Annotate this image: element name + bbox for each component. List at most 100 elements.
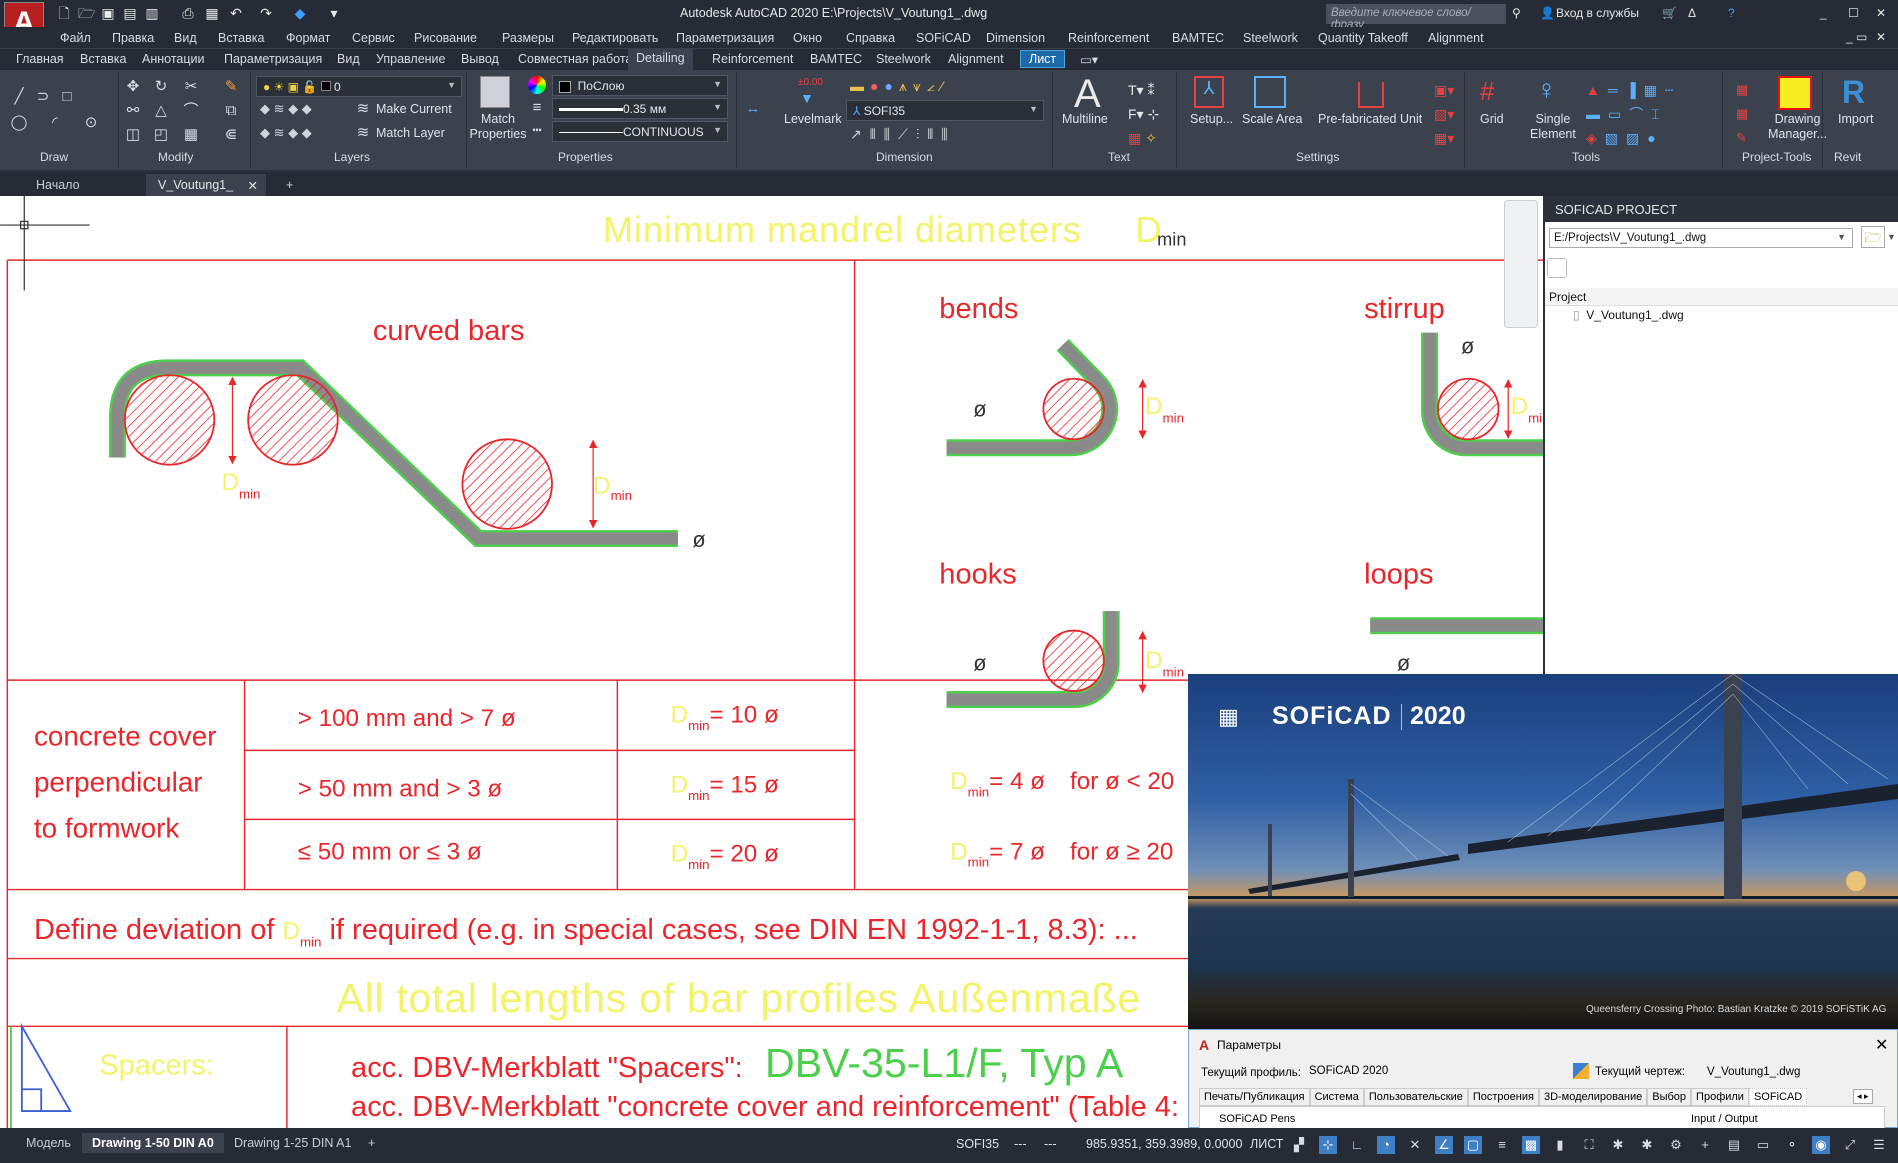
customize-qat-icon[interactable]: ▾ <box>326 5 342 21</box>
panel-label-text[interactable]: Text <box>1108 150 1130 164</box>
customize-icon[interactable]: ☰ <box>1870 1136 1888 1154</box>
tab-параметризация[interactable]: Параметризация <box>224 52 322 66</box>
polar-icon[interactable]: ◔ <box>1377 1136 1395 1154</box>
doc-close-icon[interactable]: ✕ <box>1876 30 1886 44</box>
dialog-tab[interactable]: Система <box>1309 1088 1364 1106</box>
color-wheel-icon[interactable] <box>528 76 546 94</box>
menu-файл[interactable]: Файл <box>60 31 91 45</box>
layer-tools-row2[interactable]: ◆ ≋ ◆ ◆ <box>260 125 312 141</box>
trim-icon[interactable]: ✂ <box>182 78 200 96</box>
ribbon-display-toggle[interactable]: ▭▾ <box>1080 52 1098 67</box>
arc-icon[interactable]: ◜ <box>46 114 64 132</box>
osnap-track-icon[interactable]: ✕ <box>1406 1136 1424 1154</box>
minimize-icon[interactable]: _ <box>1820 6 1827 20</box>
setup-button[interactable]: Setup... <box>1190 112 1233 127</box>
tools-grid[interactable]: ▲═▐▦┄ ▬▭⌒⌶ ◈▧▨● <box>1586 78 1681 150</box>
menu-правка[interactable]: Правка <box>112 31 154 45</box>
offset-icon[interactable]: ⋐ <box>222 126 240 144</box>
open-icon[interactable]: 🗁 <box>78 5 95 21</box>
project-tools-icons[interactable]: ▦ ▦ ✎ <box>1736 78 1748 150</box>
copy-icon[interactable]: ⚯ <box>124 102 142 120</box>
folder-dropdown-icon[interactable]: ▼ <box>1887 226 1897 248</box>
tab-управление[interactable]: Управление <box>376 52 446 66</box>
layout-tab[interactable]: Модель <box>16 1133 81 1153</box>
panel-label-tools[interactable]: Tools <box>1572 150 1600 164</box>
tab-detailing[interactable]: Detailing <box>628 49 693 70</box>
panel-label-dimension[interactable]: Dimension <box>876 150 933 164</box>
menu-quantity-takeoff[interactable]: Quantity Takeoff <box>1318 31 1408 45</box>
menu-справка[interactable]: Справка <box>846 31 895 45</box>
undo-icon[interactable]: ↶ <box>228 5 244 21</box>
isodraft-icon[interactable]: ∠ <box>1435 1136 1453 1154</box>
panel-label-layers[interactable]: Layers <box>334 150 370 164</box>
close-tab-icon[interactable]: ✕ <box>248 178 258 193</box>
publish-icon[interactable]: ▥ <box>144 5 160 21</box>
doc-minimize-icon[interactable]: _ ▭ <box>1846 30 1867 44</box>
menu-reinforcement[interactable]: Reinforcement <box>1068 31 1149 45</box>
workspace-icon[interactable]: ◆ <box>292 5 308 21</box>
single-element-button[interactable]: Single Element <box>1530 112 1576 142</box>
erase-icon[interactable]: ✎ <box>222 78 240 96</box>
panel-label-properties[interactable]: Properties <box>558 150 613 164</box>
circle-icon[interactable]: ◯ <box>10 114 28 132</box>
tab-drawing[interactable]: V_Voutung1_ ✕ <box>146 174 266 196</box>
panel-label-settings[interactable]: Settings <box>1296 150 1339 164</box>
tab-вывод[interactable]: Вывод <box>461 52 499 66</box>
new-layout-button[interactable]: + <box>358 1133 385 1153</box>
import-button[interactable]: Import <box>1838 112 1873 127</box>
rectangle-icon[interactable]: □ <box>58 88 76 106</box>
tab-совместная-работа[interactable]: Совместная работа <box>518 52 632 66</box>
ellipse-icon[interactable]: ⊙ <box>82 114 100 132</box>
dialog-tab[interactable]: Построения <box>1467 1088 1539 1106</box>
dialog-close-icon[interactable]: ✕ <box>1875 1035 1888 1055</box>
menu-steelwork[interactable]: Steelwork <box>1243 31 1298 45</box>
tree-item[interactable]: ▯ V_Voutung1_.dwg <box>1573 308 1684 322</box>
lineweight-dropdown[interactable]: 0.35 мм ▼ <box>552 98 728 119</box>
linetype-dropdown[interactable]: CONTINUOUS ▼ <box>552 121 728 142</box>
annotation-visibility-icon[interactable]: ✱ <box>1638 1136 1656 1154</box>
tab-вставка[interactable]: Вставка <box>80 52 126 66</box>
redo-icon[interactable]: ↷ <box>258 5 274 21</box>
signin-button[interactable]: Вход в службы <box>1556 6 1639 20</box>
navigation-bar[interactable] <box>1504 200 1538 328</box>
search-input[interactable]: Введите ключевое слово/фразу <box>1326 4 1506 31</box>
tab-bamtec[interactable]: BAMTEC <box>810 52 862 66</box>
status-dimstyle[interactable]: SOFI35 <box>956 1137 999 1151</box>
transparency-icon[interactable]: ▩ <box>1522 1136 1540 1154</box>
panel-checkbox[interactable] <box>1547 258 1567 278</box>
menu-размеры[interactable]: Размеры <box>502 31 554 45</box>
line-icon[interactable]: ╱ <box>10 88 28 106</box>
print-icon[interactable]: ▦ <box>204 5 220 21</box>
new-tab-button[interactable]: + <box>274 174 305 196</box>
layout-tab[interactable]: Drawing 1-25 DIN A1 <box>224 1133 361 1153</box>
new-icon[interactable]: 🗋 <box>56 5 72 21</box>
prefab-unit-button[interactable]: Pre-fabricated Unit <box>1318 112 1422 127</box>
dialog-tab[interactable]: Выбор <box>1647 1088 1692 1106</box>
menu-сервис[interactable]: Сервис <box>352 31 395 45</box>
text-tools[interactable]: T▾ ⁑ F▾ ⊹ ▦ ✧ <box>1128 78 1159 150</box>
dialog-tab[interactable]: Печать/Публикация <box>1199 1088 1310 1106</box>
drawing-manager-button[interactable]: Drawing Manager... <box>1768 112 1827 142</box>
isolate-icon[interactable]: ⚬ <box>1783 1136 1801 1154</box>
dialog-tab[interactable]: SOFiCAD <box>1748 1088 1808 1106</box>
scale-area-button[interactable]: Scale Area <box>1242 112 1302 127</box>
levelmark-button[interactable]: Levelmark <box>784 112 842 127</box>
grid-icon[interactable]: ▞ <box>1290 1136 1308 1154</box>
menu-dimension[interactable]: Dimension <box>986 31 1045 45</box>
open-folder-icon[interactable]: 🗁 <box>1861 226 1885 248</box>
dimension-tools-row2[interactable]: ↗⫴⫼⟋⫶⫴⫼ <box>850 126 956 143</box>
tab-главная[interactable]: Главная <box>16 52 64 66</box>
multiline-button[interactable]: Multiline <box>1062 112 1108 127</box>
polyline-icon[interactable]: ⊃ <box>34 88 52 106</box>
array-icon[interactable]: ▦ <box>182 126 200 144</box>
dialog-tab[interactable]: Пользовательские <box>1363 1088 1468 1106</box>
dynamic-ucs-icon[interactable]: ⛶ <box>1580 1136 1598 1154</box>
osnap-icon[interactable]: ▢ <box>1464 1136 1482 1154</box>
layer-dropdown[interactable]: ● ☀ ▣ 🔓 0 ▼ <box>256 76 462 97</box>
panel-label-modify[interactable]: Modify <box>158 150 193 164</box>
panel-label-revit[interactable]: Revit <box>1834 150 1861 164</box>
fillet-icon[interactable]: ⌒ <box>182 102 200 120</box>
match-properties-button[interactable]: Match Properties <box>468 112 528 142</box>
tab-steelwork[interactable]: Steelwork <box>876 52 931 66</box>
stretch-icon[interactable]: ◫ <box>124 126 142 144</box>
